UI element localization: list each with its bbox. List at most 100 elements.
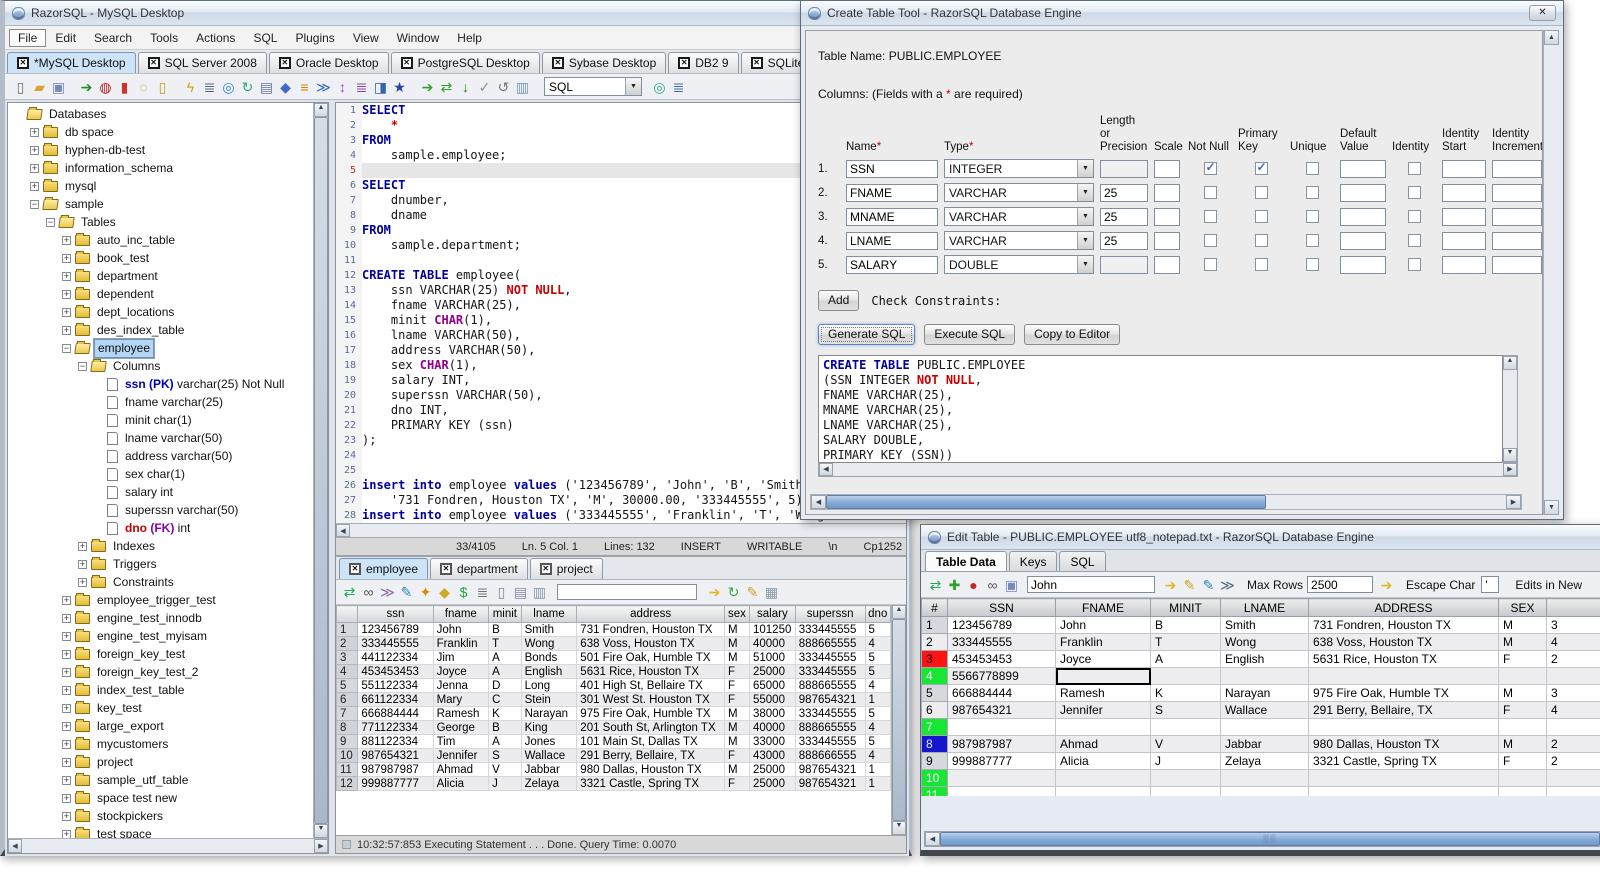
result-cell[interactable]: 987654321 [794, 692, 866, 707]
result-row[interactable]: 3 441122334 Jim A Bonds 501 Fire Oak, Humble … [336, 650, 891, 665]
tree-item[interactable]: Databases [8, 105, 313, 123]
table-cell[interactable]: 2 [1546, 650, 1600, 668]
scroll-up-icon[interactable]: ▲ [1503, 356, 1517, 370]
identity-start-input[interactable] [1442, 207, 1486, 226]
table-cell[interactable] [1150, 667, 1221, 685]
table-cell[interactable] [1220, 667, 1309, 685]
close-tab-icon[interactable]: ✕ [147, 57, 160, 69]
table-cell[interactable] [1055, 769, 1151, 787]
result-cell[interactable]: 5 [864, 622, 891, 637]
result-cell[interactable]: Ahmad [432, 762, 490, 777]
tree-item[interactable]: salary int [8, 483, 313, 501]
scrollbar-thumb[interactable]: ▒▒ [940, 832, 1600, 846]
unique-checkbox[interactable] [1305, 258, 1319, 271]
result-cell[interactable]: Ramesh [432, 706, 490, 721]
table-row[interactable]: 1 123456789 John B Smith 731 Fondren, Houston… [921, 616, 1600, 634]
identity-increment-input[interactable] [1492, 255, 1542, 274]
column-header[interactable]: MINIT [1150, 598, 1221, 617]
result-cell[interactable]: M [723, 636, 750, 651]
table-cell[interactable]: 975 Fire Oak, Humble TX [1308, 684, 1499, 702]
tab-table-data[interactable]: Table Data [925, 551, 1007, 571]
expand-icon[interactable]: + [62, 307, 71, 317]
scroll-up-icon[interactable]: ▲ [1544, 30, 1559, 45]
sql-horizontal-scrollbar[interactable]: ◀ ▶ [818, 463, 1518, 477]
tree-item[interactable]: + test space [8, 825, 313, 838]
tree-item[interactable]: − employee [8, 337, 313, 359]
result-cell[interactable]: 333445555 [794, 664, 866, 679]
result-cell[interactable]: George [432, 720, 490, 735]
table-cell[interactable]: 3 [1546, 616, 1600, 634]
table-cell[interactable]: J [1150, 752, 1221, 770]
tree-item[interactable]: + department [8, 267, 313, 285]
result-cell[interactable]: J [488, 776, 522, 791]
tree-item[interactable]: + index_test_table [8, 681, 313, 699]
result-cell[interactable]: F [723, 664, 750, 679]
tree-item[interactable]: + foreign_key_test [8, 645, 313, 663]
table-cell[interactable]: 453453453 [947, 650, 1056, 668]
result-cell[interactable]: M [723, 622, 750, 637]
unique-checkbox[interactable] [1305, 210, 1319, 223]
table-cell[interactable]: F [1498, 701, 1547, 719]
table-cell[interactable]: 2 [1546, 752, 1600, 770]
tab-keys[interactable]: Keys [1008, 551, 1058, 571]
expand-icon[interactable]: + [78, 577, 87, 587]
result-cell[interactable]: 441122334 [357, 650, 434, 665]
result-cell[interactable]: B [488, 720, 522, 735]
result-cell[interactable]: 43000 [748, 748, 796, 763]
tree-item[interactable]: + mycustomers [8, 735, 313, 753]
result-cell[interactable]: F [723, 748, 750, 763]
result-cell[interactable]: 25000 [748, 762, 796, 777]
table-row[interactable]: 7 [921, 718, 1600, 736]
identity-start-input[interactable] [1442, 255, 1486, 274]
result-cell[interactable]: 987654321 [794, 776, 866, 791]
result-cell[interactable]: 401 High St, Bellaire TX [576, 678, 725, 693]
edit-table-grid[interactable]: # SSN FNAME MINIT LNAME ADDRESS SEX 1 123456789 J… [921, 598, 1600, 796]
result-cell[interactable]: 25000 [748, 664, 796, 679]
collapse-icon[interactable]: − [78, 361, 87, 371]
table-cell[interactable]: B [1150, 616, 1221, 634]
column-header[interactable]: fname [432, 605, 490, 623]
scale-input[interactable] [1154, 255, 1180, 274]
refresh-icon[interactable]: ⇄ [437, 77, 456, 97]
go-maxrows-icon[interactable]: ➔ [1377, 575, 1396, 595]
tree-item[interactable]: + db space [8, 123, 313, 141]
diamond-icon[interactable]: ◆ [276, 77, 295, 97]
tree-item[interactable]: + Indexes [8, 537, 313, 555]
result-cell[interactable]: Narayan [520, 706, 578, 721]
result-cell[interactable]: Jabbar [520, 762, 578, 777]
filter-results-icon[interactable]: ≫ [378, 582, 397, 602]
length-input[interactable] [1100, 183, 1148, 202]
result-cell[interactable]: Jennifer [432, 748, 490, 763]
tree-item[interactable]: + mysql [8, 177, 313, 195]
generated-sql-text[interactable]: CREATE TABLE PUBLIC.EMPLOYEE (SSN INTEGER… [818, 355, 1503, 463]
scroll-left-icon[interactable]: ◀ [8, 839, 22, 853]
table-cell[interactable]: M [1498, 616, 1547, 634]
result-cell[interactable]: King [520, 720, 578, 735]
table-cell[interactable] [1308, 718, 1499, 736]
refresh-table-icon[interactable]: ⇄ [926, 575, 945, 595]
result-cell[interactable]: 123456789 [357, 622, 434, 637]
table-cell[interactable] [1150, 786, 1221, 796]
disconnect-all-icon[interactable]: ▮ [115, 77, 134, 97]
result-cell[interactable]: T [488, 636, 522, 651]
result-cell[interactable]: 975 Fire Oak, Humble TX [576, 706, 725, 721]
result-cell[interactable]: 33000 [748, 734, 796, 749]
column-header[interactable]: dno [864, 605, 891, 623]
table-cell[interactable]: Joyce [1055, 650, 1151, 668]
default-value-input[interactable] [1340, 159, 1386, 178]
copy-icon[interactable]: ▤ [257, 77, 276, 97]
scrollbar-thumb[interactable] [892, 619, 906, 821]
result-cell[interactable]: John [432, 622, 490, 637]
scroll-left-icon[interactable]: ◀ [819, 463, 833, 476]
result-cell[interactable]: M [723, 762, 750, 777]
tree-item[interactable]: + employee_trigger_test [8, 591, 313, 609]
column-header[interactable]: ADDRESS [1308, 598, 1499, 617]
result-cell[interactable]: 201 South St, Arlington TX [576, 720, 725, 735]
result-cell[interactable]: Wallace [520, 748, 578, 763]
new-file-icon[interactable]: ▯ [11, 77, 30, 97]
column-header[interactable]: salary [748, 605, 796, 623]
result-cell[interactable]: 987654321 [357, 748, 434, 763]
result-tab[interactable]: ✕ employee [339, 558, 429, 579]
result-tab[interactable]: ✕ project [529, 558, 603, 579]
default-value-input[interactable] [1340, 207, 1386, 226]
